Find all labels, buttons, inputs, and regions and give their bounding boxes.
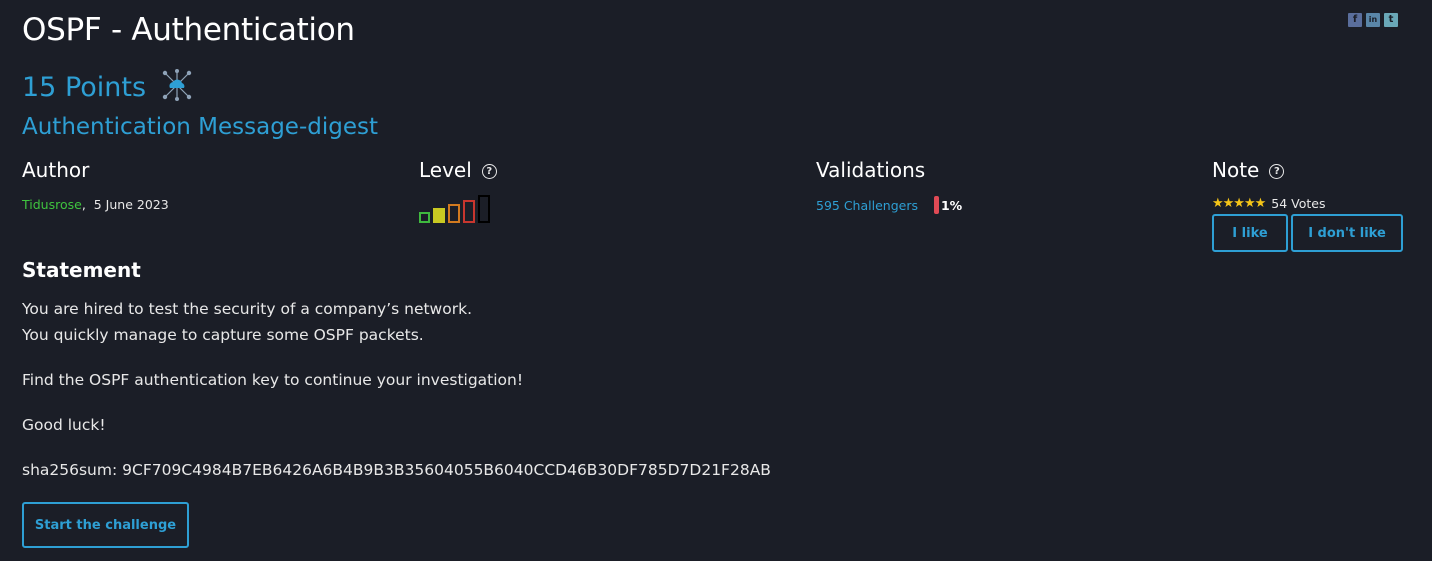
level-heading-label: Level [419,158,472,182]
author-link[interactable]: Tidusrose [22,197,82,212]
level-1-bar[interactable] [419,212,430,223]
level-4-bar[interactable] [463,200,475,223]
help-icon[interactable]: ? [1269,164,1285,179]
level-2-bar[interactable] [433,208,445,223]
points-row: 15 Points [22,68,194,106]
star-rating-icon: ★★★★★ [1212,196,1266,211]
page-title: OSPF - Authentication [22,12,355,48]
facebook-icon[interactable]: f [1348,13,1362,27]
level-heading: Level ? [419,158,497,182]
challenge-subtitle: Authentication Message-digest [22,114,378,140]
author-heading: Author [22,158,89,182]
vote-buttons: I like I don't like [1212,214,1403,252]
challenge-page: OSPF - Authentication f in t 15 Points A… [0,0,1432,561]
validations-heading: Validations [816,158,925,182]
rating-line: ★★★★★ 54 Votes [1212,196,1326,211]
validation-percent: 1% [940,197,963,213]
statement-body: You are hired to test the security of a … [22,296,771,502]
validation-percent-bar [933,196,939,214]
level-5-bar[interactable] [478,195,490,223]
statement-paragraph: Find the OSPF authentication key to cont… [22,371,524,389]
help-icon[interactable]: ? [481,164,497,179]
dislike-button[interactable]: I don't like [1291,214,1403,252]
author-date: 5 June 2023 [93,197,169,212]
note-heading: Note ? [1212,158,1285,182]
statement-heading: Statement [22,258,141,282]
cloud-network-icon [160,68,194,106]
validations-heading-label: Validations [816,158,926,182]
statement-paragraph: Good luck! [22,416,106,434]
twitter-icon[interactable]: t [1384,13,1398,27]
statement-line: You are hired to test the security of a … [22,300,472,318]
vote-count: 54 Votes [1271,196,1326,211]
author-separator: , [81,197,86,212]
challengers-link[interactable]: 595 Challengers [816,198,918,213]
difficulty-level [419,195,490,223]
linkedin-icon[interactable]: in [1366,13,1380,27]
note-heading-label: Note [1212,158,1260,182]
author-heading-label: Author [22,158,90,182]
statement-paragraph: You are hired to test the security of a … [22,296,771,348]
start-challenge-button[interactable]: Start the challenge [22,502,189,548]
sha256-line: sha256sum: 9CF709C4984B7EB6426A6B4B9B3B3… [22,461,771,479]
level-3-bar[interactable] [448,204,460,223]
points-value: 15 Points [22,71,147,103]
social-share: f in t [1348,13,1398,27]
validations-line: 595 Challengers 1% [816,196,962,214]
statement-line: You quickly manage to capture some OSPF … [22,326,424,344]
like-button[interactable]: I like [1212,214,1288,252]
author-line: Tidusrose, 5 June 2023 [22,197,169,212]
